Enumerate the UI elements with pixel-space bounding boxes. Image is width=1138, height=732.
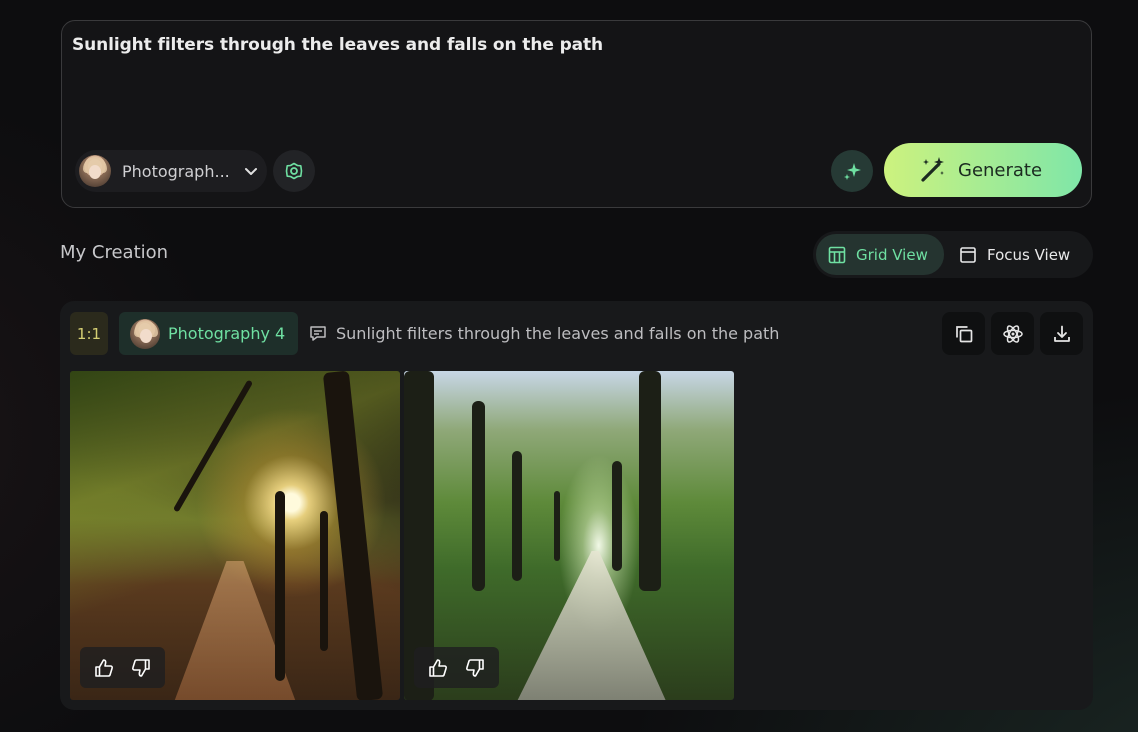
creation-prompt: Sunlight filters through the leaves and … — [308, 323, 779, 343]
thumbs-up-icon — [95, 658, 114, 677]
prompt-box[interactable]: Sunlight filters through the leaves and … — [61, 20, 1092, 208]
thumbs-down-button[interactable] — [127, 654, 155, 682]
magic-wand-icon — [921, 157, 944, 182]
enhance-prompt-button[interactable] — [831, 150, 873, 192]
thumbs-down-button[interactable] — [461, 654, 489, 682]
style-label: Photography 4 — [168, 324, 286, 343]
creation-card: 1:1 Photography 4 Sunlight filters throu… — [60, 301, 1093, 710]
image-tree — [512, 451, 522, 581]
view-toggle: Grid View Focus View — [813, 231, 1093, 278]
model-avatar — [79, 155, 111, 187]
atom-icon — [1002, 324, 1023, 343]
thumbs-up-button[interactable] — [90, 654, 118, 682]
model-label: Photograph... — [122, 161, 230, 181]
image-tree — [472, 401, 485, 591]
creation-prompt-text: Sunlight filters through the leaves and … — [336, 323, 780, 343]
generated-image-1[interactable] — [70, 371, 400, 700]
prompt-input[interactable]: Sunlight filters through the leaves and … — [72, 35, 603, 55]
focus-view-button[interactable]: Focus View — [947, 234, 1089, 275]
copy-icon — [955, 325, 972, 342]
thumbs-up-button[interactable] — [424, 654, 452, 682]
grid-view-button[interactable]: Grid View — [816, 234, 944, 275]
aspect-ratio-tag: 1:1 — [70, 312, 108, 355]
model-select[interactable]: Photograph... — [75, 150, 267, 192]
prompt-icon — [310, 326, 326, 341]
focus-view-icon — [960, 246, 976, 263]
sparkle-icon — [844, 163, 861, 180]
grid-view-icon — [828, 246, 846, 263]
image-tree — [320, 511, 328, 651]
section-title: My Creation — [60, 242, 169, 263]
generated-image-2[interactable] — [404, 371, 734, 700]
generate-button[interactable]: Generate — [884, 143, 1082, 197]
download-button[interactable] — [1040, 312, 1083, 355]
download-icon — [1053, 325, 1070, 342]
thumbs-down-icon — [131, 658, 150, 677]
settings-button[interactable] — [273, 150, 315, 192]
image-tree — [554, 491, 560, 561]
thumbs-up-icon — [429, 658, 448, 677]
copy-button[interactable] — [942, 312, 985, 355]
grid-view-label: Grid View — [856, 245, 928, 264]
feedback-bar — [80, 647, 165, 688]
settings-gear-icon — [285, 162, 303, 180]
variation-button[interactable] — [991, 312, 1034, 355]
feedback-bar — [414, 647, 499, 688]
image-tree — [639, 371, 661, 591]
image-tree — [612, 461, 622, 571]
generate-label: Generate — [958, 159, 1043, 181]
focus-view-label: Focus View — [987, 245, 1071, 264]
image-tree — [275, 491, 285, 681]
style-avatar — [130, 318, 160, 349]
chevron-down-icon — [245, 168, 257, 175]
thumbs-down-icon — [465, 658, 484, 677]
style-tag[interactable]: Photography 4 — [119, 312, 298, 355]
